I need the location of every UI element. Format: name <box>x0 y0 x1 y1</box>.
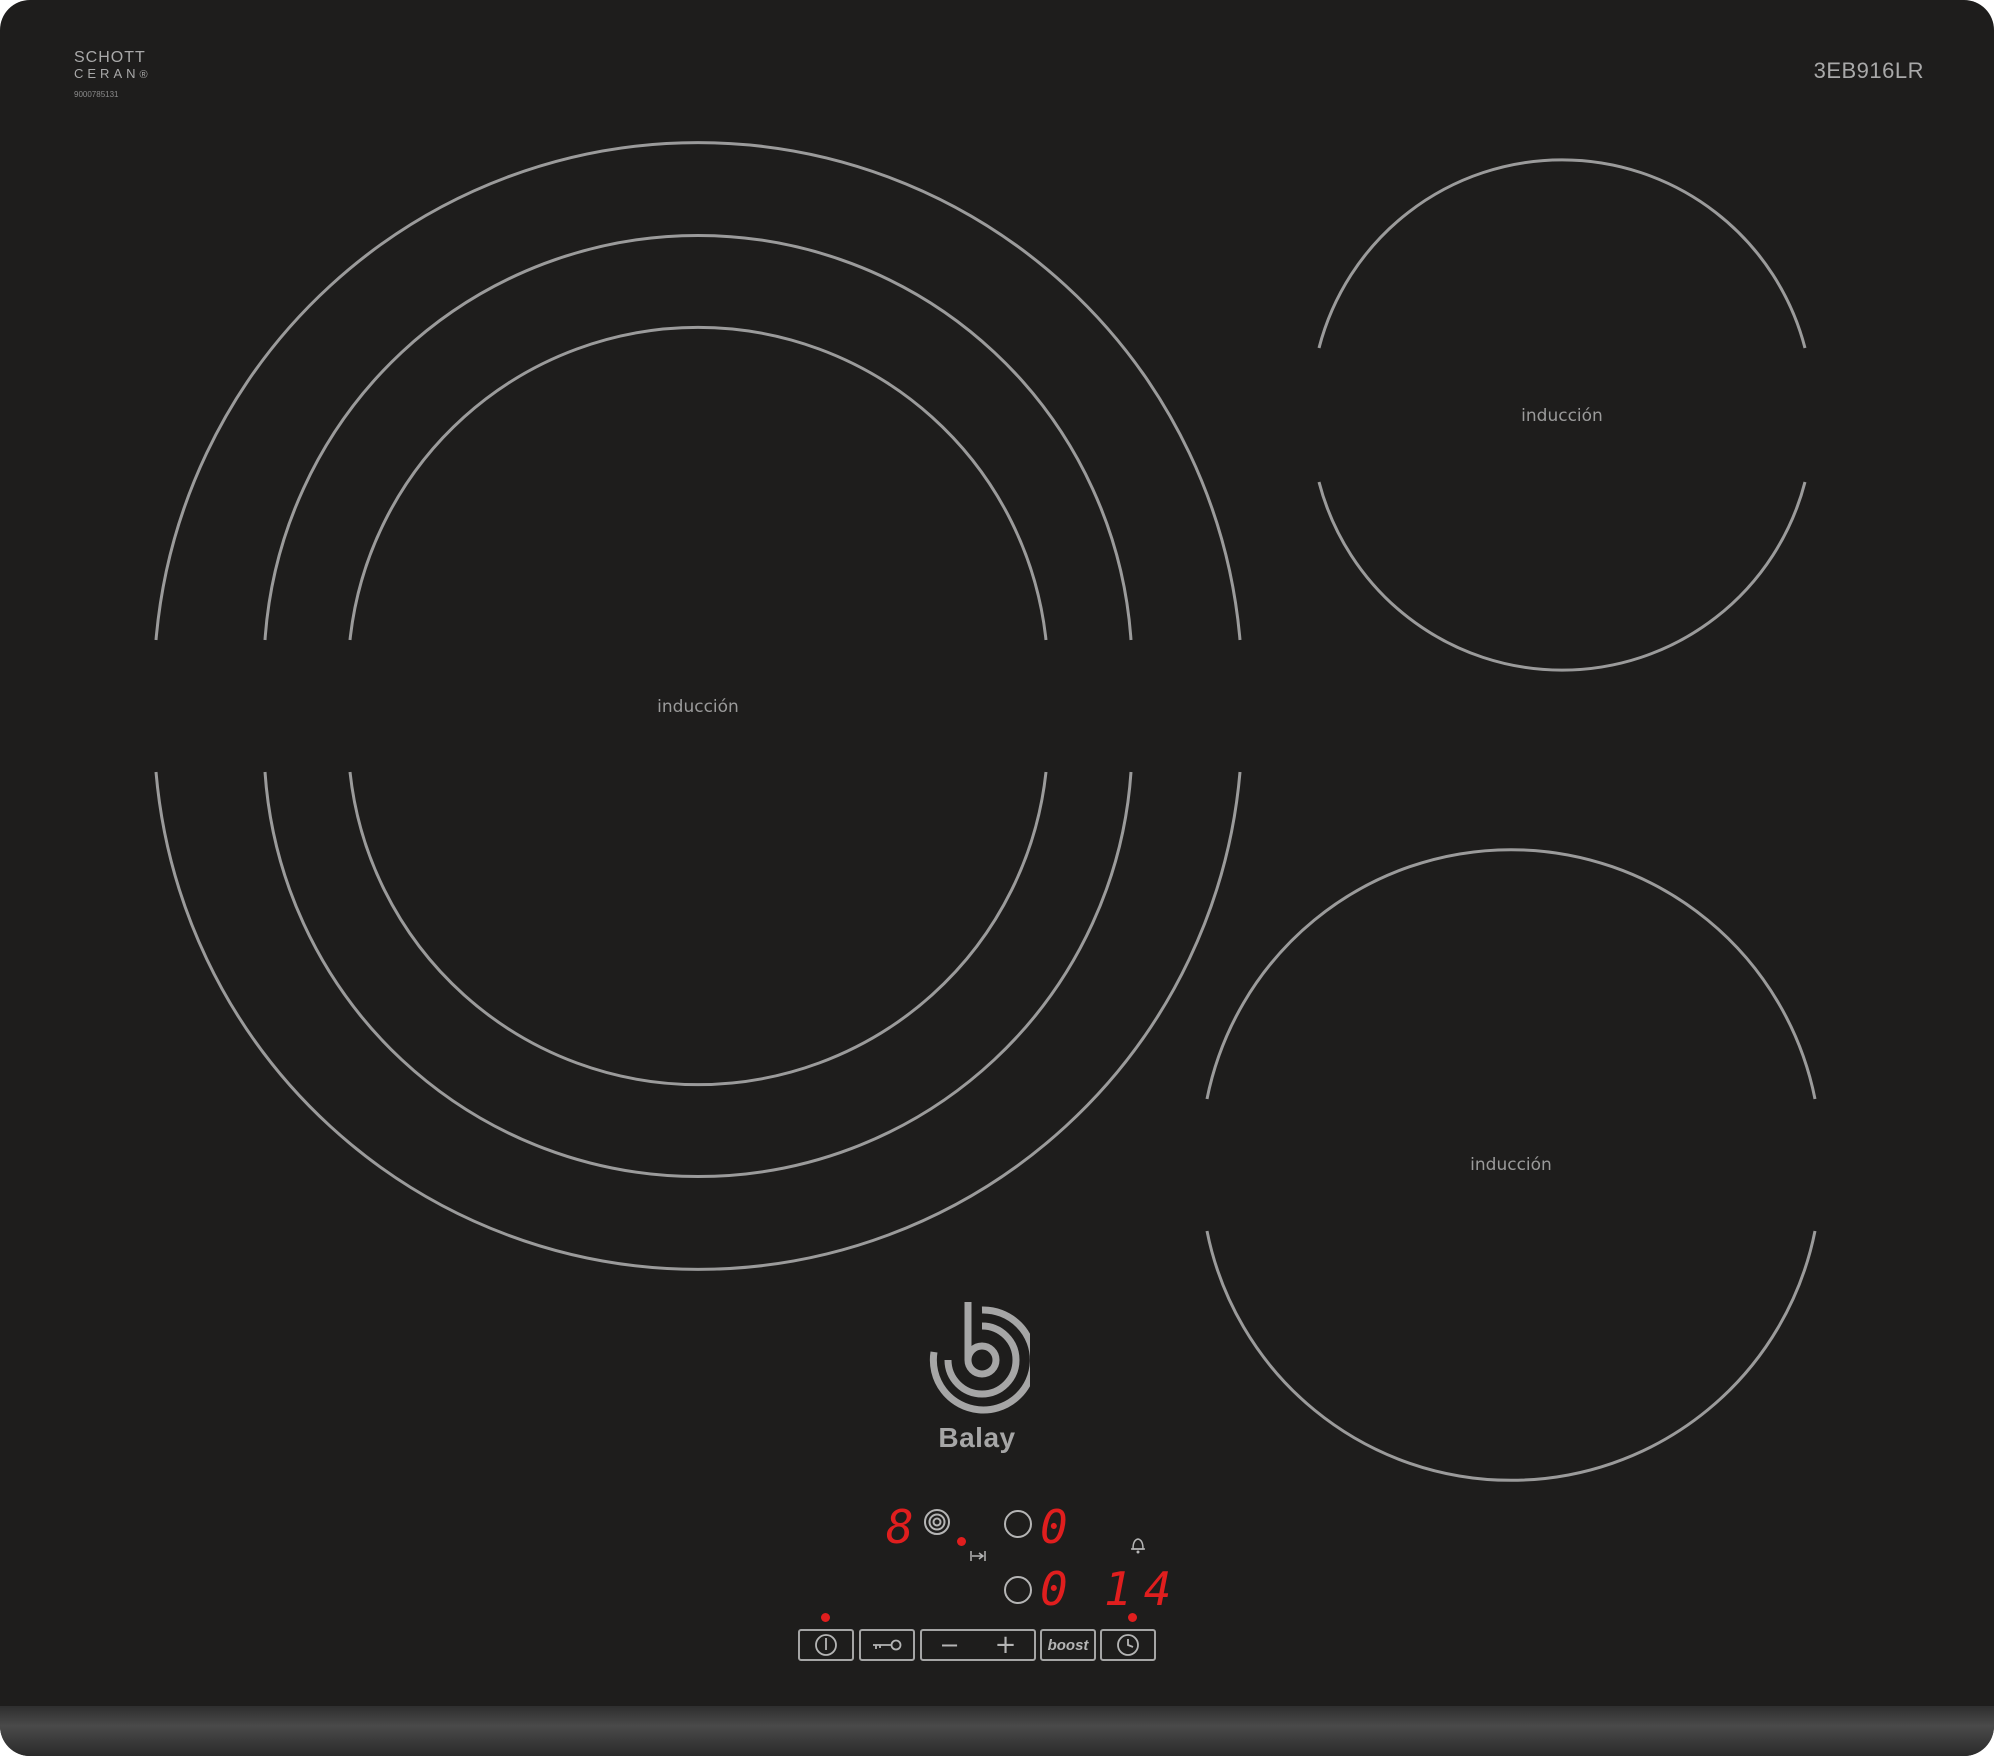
power-button[interactable] <box>798 1629 854 1661</box>
minus-button[interactable]: − <box>940 1631 960 1659</box>
zone-ring-middle <box>263 771 1133 1179</box>
front-edge <box>0 1706 1994 1756</box>
schott-ceran-logo: SCHOTT CERAN® 9000785131 <box>74 50 148 99</box>
glass-code: 9000785131 <box>74 90 119 99</box>
timer-button[interactable] <box>1100 1629 1156 1661</box>
zone-label-large: inducción <box>657 697 739 717</box>
power-level-digit: 8 <box>886 1500 914 1554</box>
cooktop-glass: inducción inducción inducción SCHOTT CER… <box>0 0 1994 1756</box>
boost-label: boost <box>1047 1636 1089 1654</box>
brand-name: Balay <box>938 1422 1016 1453</box>
zone-indicator-bottom: 0 <box>1040 1562 1068 1616</box>
zone-ring-inner <box>348 325 1048 641</box>
clock-icon <box>1117 1634 1139 1656</box>
bell-icon <box>1131 1538 1145 1554</box>
power-icon <box>815 1634 837 1656</box>
model-number: 3EB916LR <box>1813 58 1924 83</box>
flex-zone-arrow-icon <box>970 1551 986 1561</box>
zone-ring-inner <box>348 771 1048 1087</box>
zone-select-circle-bottom[interactable] <box>1004 1576 1032 1604</box>
multi-zone-icon <box>924 1509 950 1535</box>
zone-select-led <box>957 1537 966 1546</box>
zone-label-front-right: inducción <box>1470 1155 1552 1175</box>
zone-ring-outer <box>154 771 1242 1271</box>
boost-button[interactable]: boost <box>1040 1629 1096 1661</box>
plus-button[interactable]: + <box>995 1630 1017 1660</box>
zone-select-circle-top[interactable] <box>1004 1510 1032 1538</box>
cooking-zones <box>154 141 1817 1482</box>
child-lock-button[interactable] <box>859 1629 915 1661</box>
zone-label-rear-right: inducción <box>1521 406 1603 426</box>
timer-led <box>1128 1613 1137 1622</box>
zone-ring-outer <box>154 141 1242 641</box>
power-led <box>821 1613 830 1622</box>
zone-indicator-top: 0 <box>1040 1500 1068 1554</box>
timer-display: 14 <box>1104 1562 1184 1616</box>
balay-logo-icon <box>929 1302 1030 1414</box>
key-lock-icon <box>873 1639 902 1651</box>
minus-plus-slider[interactable]: − + <box>920 1629 1036 1661</box>
ceran-text: CERAN® <box>74 66 148 81</box>
zone-ring-middle <box>263 233 1133 641</box>
schott-text: SCHOTT <box>74 49 146 66</box>
